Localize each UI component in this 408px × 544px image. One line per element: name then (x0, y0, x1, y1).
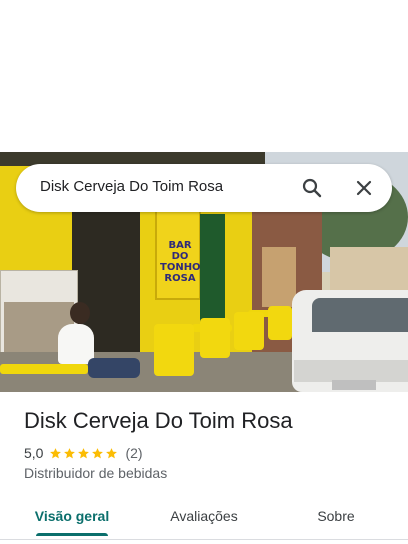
photo-car-bumper (294, 360, 408, 382)
photo-table (0, 364, 88, 374)
star-icon (78, 447, 90, 458)
place-title: Disk Cerveja Do Toim Rosa (24, 408, 293, 433)
star-icon (64, 447, 76, 458)
tab-about-label: Sobre (317, 508, 355, 524)
rating-stars (49, 447, 119, 460)
tab-about[interactable]: Sobre (290, 496, 382, 536)
top-blank-area (0, 0, 408, 152)
photo-person-head (70, 302, 90, 324)
tab-reviews[interactable]: Avaliações (156, 496, 252, 536)
tab-reviews-label: Avaliações (170, 508, 238, 524)
photo-chair (268, 306, 292, 340)
rating-row[interactable]: 5,0 (2) (24, 444, 143, 462)
star-icon (106, 447, 118, 458)
photo-person (58, 324, 94, 364)
photo-car-window (312, 298, 408, 332)
place-category: Distribuidor de bebidas (24, 465, 168, 481)
photo-sign-text: BAR DO TONHO ROSA (160, 240, 201, 284)
active-tab-indicator (36, 533, 108, 536)
photo-person-legs (88, 358, 140, 378)
close-icon[interactable] (352, 176, 376, 200)
photo-chair (154, 324, 194, 376)
photo-chair (200, 318, 230, 358)
photo-car-plate (332, 380, 376, 390)
rating-value: 5,0 (24, 445, 44, 461)
tab-overview[interactable]: Visão geral (24, 496, 120, 536)
tab-overview-label: Visão geral (34, 508, 110, 524)
search-bar[interactable]: Disk Cerveja Do Toim Rosa (16, 164, 392, 212)
star-icon (50, 447, 62, 458)
review-count[interactable]: (2) (125, 445, 142, 461)
place-tabs: Visão geral Avaliações Sobre (0, 496, 408, 536)
search-icon[interactable] (300, 176, 324, 200)
photo-posters (262, 247, 296, 307)
star-icon (92, 447, 104, 458)
tabs-divider (0, 539, 408, 540)
photo-chair (234, 312, 264, 350)
search-input[interactable]: Disk Cerveja Do Toim Rosa (40, 178, 223, 195)
